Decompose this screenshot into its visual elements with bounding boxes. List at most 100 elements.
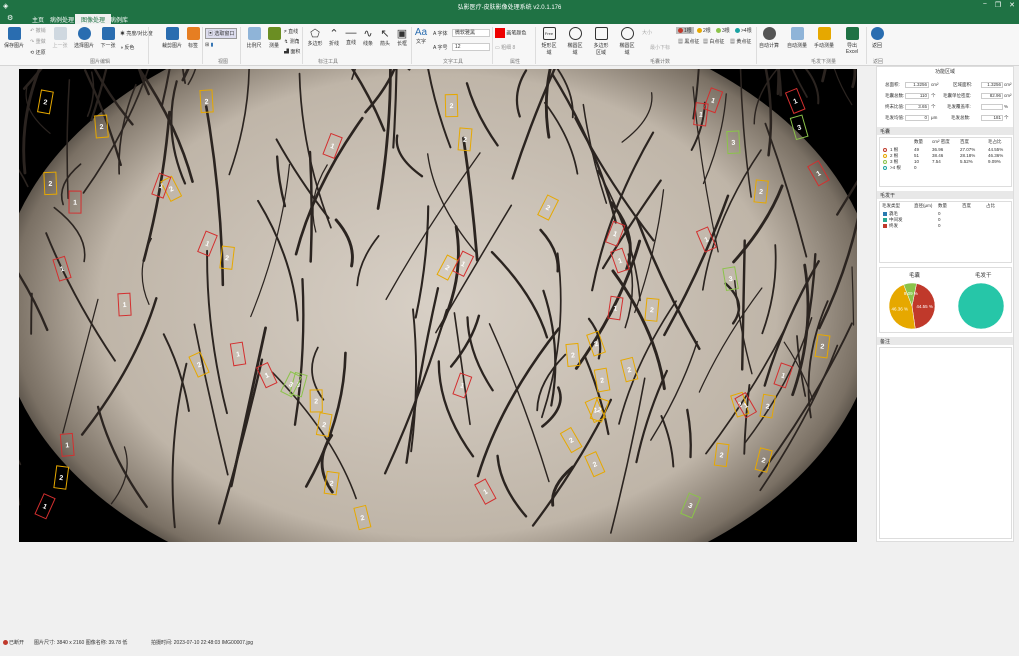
text-tool[interactable]: Aa 文字 — [414, 27, 428, 45]
oval-icon — [620, 27, 634, 40]
restore-button[interactable]: ⟲ 还原 — [30, 49, 46, 56]
ellipse-region-tool[interactable]: 椭圆区域 — [566, 27, 584, 56]
legend-swatch-icon — [883, 223, 887, 228]
curve-icon: ∿ — [363, 28, 373, 40]
select-window-button[interactable]: ▣ 选取窗口 — [205, 28, 238, 39]
straight-tool[interactable]: ≠ 直线 — [284, 28, 298, 35]
hair-total-value: 181 — [981, 115, 1003, 121]
auto-calc-button[interactable]: 自动计算 — [759, 27, 779, 49]
minimize-button[interactable]: − — [983, 1, 987, 9]
image-icon — [77, 27, 91, 40]
mark-button[interactable]: 标签 — [186, 27, 200, 49]
polygon-icon: ⬠ — [310, 28, 320, 40]
image-canvas[interactable]: 1212213211221231221221321212212312211221… — [19, 69, 857, 542]
hair-2-button[interactable]: 2根 — [697, 27, 711, 34]
group-label: 毛囊计数 — [650, 59, 671, 65]
poly-region-tool[interactable]: 多边形区域 — [592, 27, 610, 56]
threshold-label: 最小下标 — [650, 45, 671, 51]
measure-button[interactable]: 测量 — [266, 27, 282, 49]
area-tool[interactable]: ▟ 面积 — [284, 48, 300, 55]
hair-1-button[interactable]: 1根 — [676, 27, 694, 34]
svg-text:1: 1 — [73, 200, 77, 207]
table-cell: 49 — [914, 147, 920, 152]
size-label: 大小 — [642, 30, 653, 36]
group-label: 返回 — [873, 59, 884, 65]
ratio-button[interactable]: 比例尺 — [245, 27, 263, 49]
pen-color-button[interactable]: 画笔颜色 — [495, 28, 526, 38]
color-swatch — [495, 28, 505, 38]
font-select[interactable]: 微软雅黑 — [452, 29, 490, 37]
back-button[interactable]: 返回 — [869, 27, 885, 49]
invert-button[interactable]: ◑ 反色 — [120, 44, 134, 51]
trichoscopy-image[interactable]: 1212213211221231221221321212212312211221… — [19, 69, 857, 542]
yellow-dot-button[interactable]: ▦ 黄点征 — [730, 38, 751, 45]
curve-tool[interactable]: ∿ 线条 — [361, 27, 375, 47]
notes-area[interactable] — [879, 347, 1012, 539]
arrow-icon: ↖ — [380, 28, 390, 40]
angle-tool[interactable]: ↯ 测角 — [284, 38, 300, 45]
arrow-tool[interactable]: ↖ 箭头 — [378, 27, 392, 47]
legend-ring-icon — [883, 165, 887, 170]
auto-measure-button[interactable]: 自动测量 — [786, 27, 808, 49]
text-icon: Aa — [414, 27, 428, 38]
table-header: 毛占比 — [988, 139, 1002, 144]
follicle-marker[interactable]: 2 — [37, 89, 54, 115]
table-header: 占比 — [986, 203, 995, 208]
follicle-marker[interactable]: 1 — [34, 493, 56, 520]
hair-mean-label: 毛发均值: — [885, 115, 905, 120]
follicle-marker[interactable]: 2 — [53, 465, 70, 490]
svg-text:2: 2 — [43, 99, 48, 107]
back-icon — [870, 27, 884, 40]
polyline-tool[interactable]: ⌃ 折线 — [327, 27, 341, 47]
thickness-select[interactable]: ▭ 粗细 8 — [495, 44, 515, 51]
table-cell: 10 — [914, 159, 920, 164]
follicle-marker[interactable]: 1 — [784, 87, 806, 115]
export-excel-button[interactable]: 导出Excel — [841, 27, 863, 55]
oval-region-tool[interactable]: 椭圆区域 — [618, 27, 636, 56]
white-dot-button[interactable]: ▦ 白点征 — [703, 38, 724, 45]
hair-total-label: 毛发总数: — [951, 115, 971, 120]
tag-icon — [186, 27, 200, 40]
undo-button[interactable]: ↶ 撤销 — [30, 27, 46, 34]
close-button[interactable]: ✕ — [1009, 1, 1015, 9]
prev-button[interactable]: 上一张 — [52, 27, 68, 49]
table-cell: >4 根 — [890, 165, 901, 170]
manual-measure-icon — [817, 27, 831, 40]
select-image-button[interactable]: 选择图片 — [73, 27, 95, 49]
table-header: 数量 — [914, 139, 923, 144]
crop-icon — [165, 27, 179, 40]
table-cell: 0 — [914, 165, 917, 170]
measure-icon — [267, 27, 281, 40]
free-region-tool[interactable]: Free 矩形区域 — [540, 27, 558, 56]
pie-charts: 毛囊 毛发干 44.55 % 46.36 % 9.09 % — [879, 267, 1012, 333]
table-cell: 0 — [938, 217, 941, 222]
black-dot-button[interactable]: ▦ 黑点征 — [678, 38, 699, 45]
tab-library[interactable]: 病例库 — [104, 14, 134, 24]
polyline-icon: ⌃ — [329, 28, 339, 40]
line-tool[interactable]: — 直线 — [344, 27, 358, 46]
hair-3-button[interactable]: 3根 — [716, 27, 730, 34]
hair-strand — [821, 69, 827, 83]
manual-measure-button[interactable]: 手动测量 — [813, 27, 835, 49]
svg-text:2: 2 — [650, 307, 655, 314]
crop-button[interactable]: 裁剪图片 — [162, 27, 182, 49]
pie-label: 46.36 % — [892, 307, 909, 312]
next-button[interactable]: 下一张 — [100, 27, 116, 49]
rect-tool[interactable]: ▣ 长框 — [395, 27, 409, 47]
image-size-text: 图片尺寸: 3840 x 2160 图像名称: 39.78 低 — [34, 640, 128, 646]
ellipse-icon — [568, 27, 582, 40]
view-tools[interactable]: ⊞ ▮ — [205, 42, 213, 48]
pie-chart-svg: 44.55 % 46.36 % 9.09 % — [888, 282, 1005, 330]
polygon-tool[interactable]: ⬠ 多边形 — [307, 27, 323, 47]
gear-icon[interactable]: ⚙ — [7, 14, 13, 22]
size-select[interactable]: 12 — [452, 43, 490, 51]
save-button[interactable]: 保存图片 — [4, 27, 24, 49]
legend-swatch-icon — [883, 217, 887, 222]
calc-icon — [762, 27, 776, 40]
hair-4-button[interactable]: >4根 — [735, 27, 752, 34]
redo-button[interactable]: ↷ 重做 — [30, 38, 46, 45]
unit: 个 — [1004, 115, 1009, 120]
maximize-button[interactable]: ❐ — [995, 1, 1001, 9]
table-cell: 51 — [914, 153, 920, 158]
status-dot-icon — [3, 640, 8, 646]
